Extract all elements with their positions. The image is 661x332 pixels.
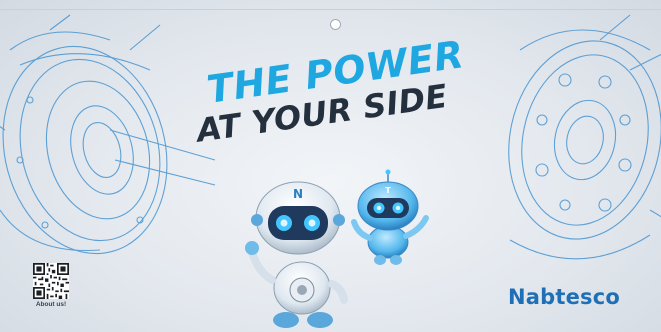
brand-logo: Nabtesco [508,285,621,309]
robot-big-badge: N [293,187,303,201]
gear-sketch-right-icon [508,14,661,260]
robot-big-icon: N [245,181,348,328]
qr-code-icon[interactable] [33,263,69,299]
robot-small-icon: T [351,169,429,265]
qr-caption: About us! [35,301,67,308]
banner: THE POWER AT YOUR SIDE N T About us! Nab… [0,0,661,332]
hanging-hole [330,19,341,30]
robot-small-badge: T [385,186,391,195]
gear-sketch-left-icon [0,14,216,255]
robot-mascots-icon: N T [245,169,429,328]
